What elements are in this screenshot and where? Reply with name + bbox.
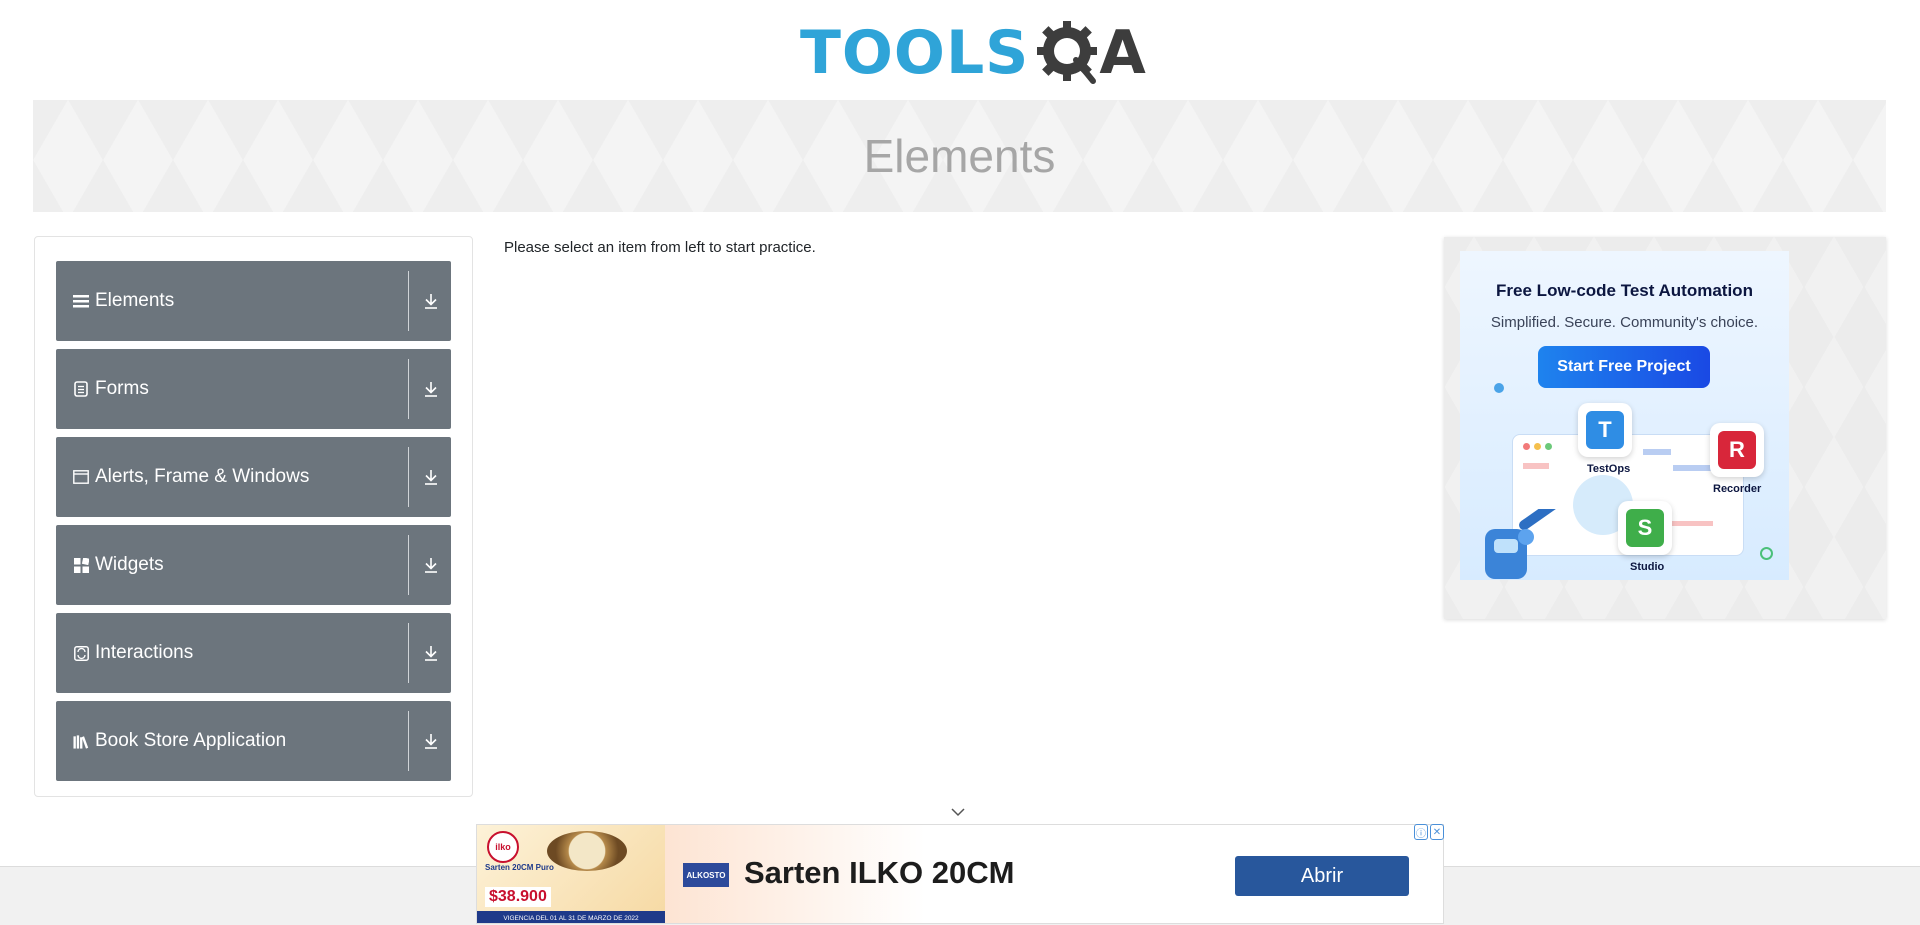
ad-price: $38.900 [485,887,551,907]
list-icon [73,293,89,309]
recorder-label: Recorder [1713,483,1762,495]
toolsqa-logo[interactable]: TOOLS A [800,16,1146,90]
download-arrow-icon[interactable] [419,377,443,401]
info-icon[interactable]: ⓘ [1414,824,1428,840]
group-label: Forms [95,378,149,399]
group-label: Alerts, Frame & Windows [95,466,310,487]
download-arrow-icon[interactable] [419,289,443,313]
group-widgets[interactable]: Widgets [56,525,451,605]
studio-tile: S [1618,501,1672,555]
download-arrow-icon[interactable] [419,641,443,665]
testops-tile: T [1578,403,1632,457]
studio-label: Studio [1630,561,1665,573]
close-icon[interactable]: ✕ [1430,824,1444,840]
divider [408,623,409,683]
window-icon [73,469,89,485]
bottom-banner-ad[interactable]: ilko Sarten 20CM Puro $38.900 VIGENCIA D… [476,824,1444,924]
decor-dot [1494,383,1504,393]
start-free-project-button[interactable]: Start Free Project [1538,346,1710,388]
divider [408,359,409,419]
ad-choices[interactable]: ⓘ ✕ [1414,824,1444,840]
widgets-icon [73,557,89,573]
recorder-tile: R [1710,423,1764,477]
chevron-down-icon[interactable] [950,806,966,818]
download-arrow-icon[interactable] [419,729,443,753]
group-forms[interactable]: Forms [56,349,451,429]
divider [408,271,409,331]
instruction-text: Please select an item from left to start… [504,239,816,256]
form-icon [73,381,89,397]
logo-text-tools: TOOLS [800,18,1030,88]
divider [408,447,409,507]
ad-product-name: Sarten 20CM Puro [485,863,554,872]
alkosto-logo: ALKOSTO [683,863,729,887]
group-book-store-application[interactable]: Book Store Application [56,701,451,781]
abrir-button[interactable]: Abrir [1235,856,1409,896]
page-header-banner: Elements [33,100,1886,212]
divider [408,535,409,595]
download-arrow-icon[interactable] [419,553,443,577]
books-icon [73,733,89,749]
download-arrow-icon[interactable] [419,465,443,489]
page-title: Elements [863,130,1056,182]
group-label: Interactions [95,642,194,663]
group-alerts-frame-windows[interactable]: Alerts, Frame & Windows [56,437,451,517]
group-interactions[interactable]: Interactions [56,613,451,693]
katalon-ad[interactable]: Free Low-code Test Automation Simplified… [1460,251,1789,580]
ad-validity: VIGENCIA DEL 01 AL 31 DE MARZO DE 2022 [477,911,665,923]
robot-arm-illustration [1485,509,1561,579]
divider [408,711,409,771]
logo-text-a: A [1099,18,1146,88]
group-label: Widgets [95,554,164,575]
gear-magnifier-icon [1037,21,1098,84]
testops-label: TestOps [1587,463,1631,475]
ad-product-image: ilko Sarten 20CM Puro $38.900 VIGENCIA D… [477,825,665,923]
ad-product-brand: ilko [487,831,519,863]
interaction-icon [73,645,89,661]
ad-title: Free Low-code Test Automation [1496,281,1753,300]
ad-headline: Sarten ILKO 20CM [744,855,1015,890]
ad-subtitle: Simplified. Secure. Community's choice. [1490,314,1759,331]
left-panel-menu: Elements Forms Alerts, Frame & Windows W… [34,236,473,797]
group-elements[interactable]: Elements [56,261,451,341]
group-label: Book Store Application [95,730,287,751]
decor-ring [1760,547,1773,560]
group-label: Elements [95,290,175,311]
side-ad-container: Free Low-code Test Automation Simplified… [1444,237,1886,619]
pan-image [547,831,627,871]
